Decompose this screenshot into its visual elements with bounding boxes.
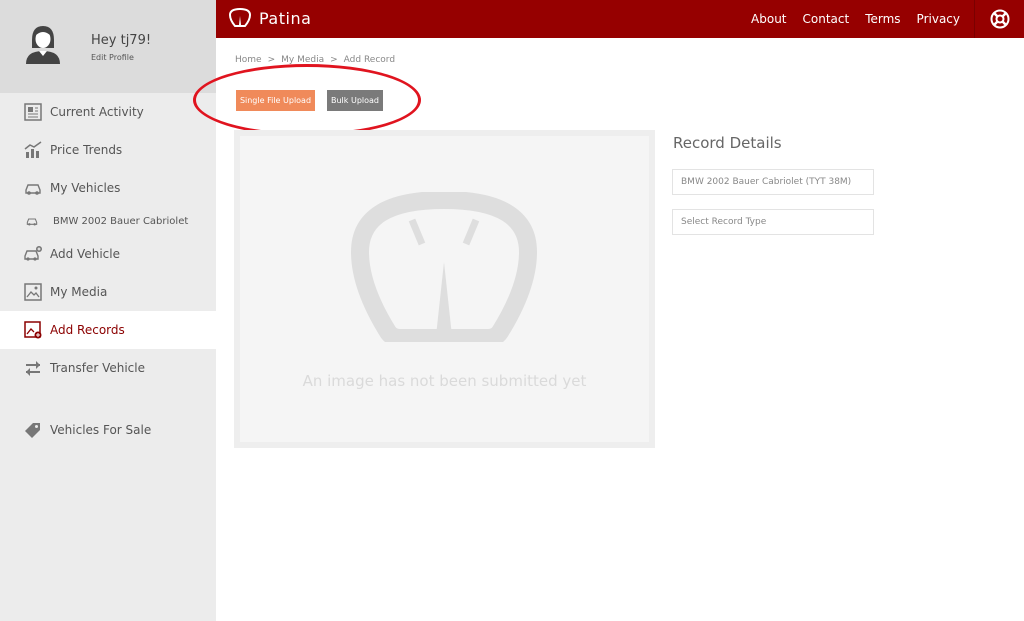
edit-profile-link[interactable]: Edit Profile [91,53,134,62]
car-plus-icon [24,245,42,263]
profile-panel: Hey tj79! Edit Profile [0,0,216,93]
annotation-circle [193,64,421,136]
sidebar-item-bmw-2002[interactable]: BMW 2002 Bauer Cabriolet [0,207,216,235]
image-icon [24,283,42,301]
help-button[interactable] [974,0,1024,38]
brand[interactable]: Patina [229,8,311,28]
sidebar-item-current-activity[interactable]: Current Activity [0,93,216,131]
breadcrumb-separator: > [267,55,276,65]
breadcrumb-current: Add Record [343,55,396,65]
tag-icon [24,421,42,439]
sidebar-item-my-vehicles[interactable]: My Vehicles [0,169,216,207]
nav-contact-link[interactable]: Contact [803,12,850,26]
sidebar-item-label: Price Trends [50,143,123,157]
nav-about-link[interactable]: About [751,12,786,26]
top-bar: Patina About Contact Terms Privacy [216,0,1024,38]
sidebar-item-label: Transfer Vehicle [50,361,145,375]
record-details-title: Record Details [673,134,782,152]
image-upload-panel[interactable]: An image has not been submitted yet [234,130,655,448]
sidebar-item-label: My Media [50,285,108,299]
chart-icon [24,141,42,159]
newspaper-icon [24,103,42,121]
sidebar-item-vehicles-for-sale[interactable]: Vehicles For Sale [0,411,216,449]
sidebar-nav: Current Activity Price Trends My Vehicle… [0,93,216,449]
car-icon [24,179,42,197]
record-type-select[interactable]: Select Record Type [672,209,874,235]
nav-privacy-link[interactable]: Privacy [917,12,960,26]
app-root: Hey tj79! Edit Profile Current Activity … [0,0,1024,621]
sidebar-item-label: Current Activity [50,105,144,119]
nav-terms-link[interactable]: Terms [865,12,900,26]
lifebuoy-icon [990,9,1009,29]
greeting-text: Hey tj79! [91,33,152,48]
transfer-icon [24,359,42,377]
sidebar-item-my-media[interactable]: My Media [0,273,216,311]
sidebar-item-price-trends[interactable]: Price Trends [0,131,216,169]
avatar-icon[interactable] [24,24,62,64]
image-plus-icon [24,321,42,339]
no-image-message: An image has not been submitted yet [302,372,587,390]
patina-logo-icon [229,8,251,27]
sidebar-item-transfer-vehicle[interactable]: Transfer Vehicle [0,349,216,387]
sidebar-item-add-records[interactable]: Add Records [0,311,216,349]
sidebar-item-label: Add Records [50,323,125,337]
sidebar-item-label: Add Vehicle [50,247,120,261]
brand-name: Patina [259,8,312,28]
top-nav: About Contact Terms Privacy [735,0,960,38]
sidebar-item-label: My Vehicles [50,181,121,195]
sidebar-item-add-vehicle[interactable]: Add Vehicle [0,235,216,273]
sidebar-item-label: BMW 2002 Bauer Cabriolet [53,215,189,227]
patina-placeholder-icon [350,192,538,342]
vehicle-field[interactable]: BMW 2002 Bauer Cabriolet (TYT 38M) [672,169,874,195]
breadcrumb-separator: > [330,55,338,65]
sidebar: Hey tj79! Edit Profile Current Activity … [0,0,216,621]
car-small-icon [26,215,38,227]
sidebar-item-label: Vehicles For Sale [50,423,152,437]
breadcrumb-home[interactable]: Home [235,55,262,65]
